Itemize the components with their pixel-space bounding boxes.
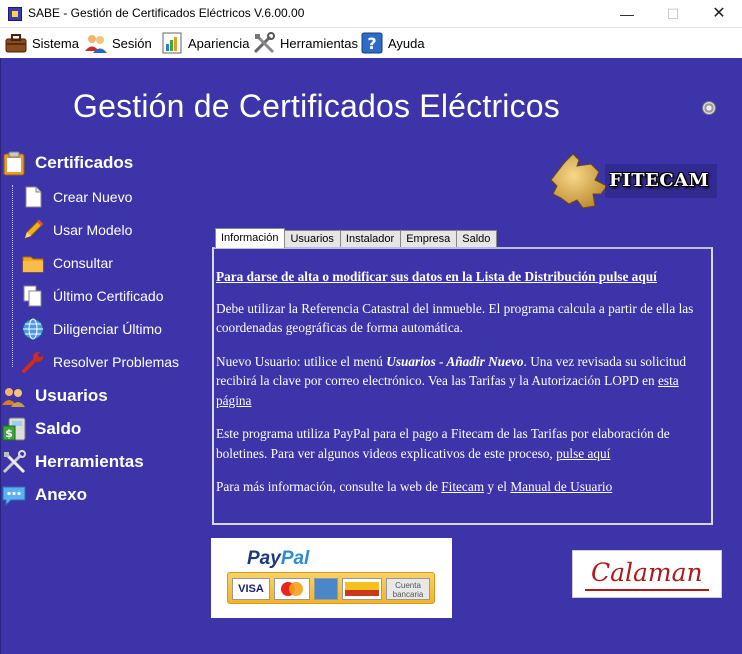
sidebar-group-certificados-label: Certificados xyxy=(35,153,134,172)
info-paragraph-mas-info: Para más información, consulte la web de… xyxy=(216,477,702,497)
sidebar-group-herramientas[interactable]: Herramientas xyxy=(1,449,144,475)
menu-apariencia[interactable]: Apariencia xyxy=(160,28,249,58)
wrench-icon xyxy=(21,350,45,374)
calaman-logo-text: Calaman xyxy=(591,558,703,587)
info-paragraph-nuevo-usuario: Nuevo Usuario: utilice el menú Usuarios … xyxy=(216,352,702,411)
menu-sesion[interactable]: Sesión xyxy=(84,28,152,58)
folder-icon xyxy=(21,251,45,275)
sidebar-item-crear-nuevo[interactable]: Crear Nuevo xyxy=(21,185,132,209)
svg-text:?: ? xyxy=(367,34,376,53)
paypal-wordmark: PayPal xyxy=(247,548,309,570)
users-icon xyxy=(1,383,27,409)
sidebar-group-saldo[interactable]: $ Saldo xyxy=(1,416,81,442)
menu-ayuda-label: Ayuda xyxy=(388,35,425,51)
sidebar-item-diligenciar-ultimo[interactable]: Diligenciar Último xyxy=(21,317,162,341)
tools-icon xyxy=(252,31,276,55)
chat-icon xyxy=(1,482,27,508)
paypal-badge[interactable]: PayPal VISA Cuenta bancaria xyxy=(211,538,452,618)
fitecam-web-link[interactable]: Fitecam xyxy=(441,479,484,494)
menu-sistema[interactable]: Sistema xyxy=(4,28,79,58)
window-title: SABE - Gestión de Certificados Eléctrico… xyxy=(28,6,305,20)
new-document-icon xyxy=(21,185,45,209)
sidebar-item-label: Resolver Problemas xyxy=(53,354,180,370)
payment-methods-band: VISA Cuenta bancaria xyxy=(227,572,435,604)
svg-text:$: $ xyxy=(5,427,13,440)
tab-saldo[interactable]: Saldo xyxy=(456,230,498,248)
menu-herramientas[interactable]: Herramientas xyxy=(252,28,358,58)
menu-bar: Sistema Sesión Apariencia Herramientas ?… xyxy=(0,28,742,58)
sidebar-group-anexo-label: Anexo xyxy=(35,485,87,504)
sidebar-group-usuarios-label: Usuarios xyxy=(35,386,108,405)
menu-herramientas-label: Herramientas xyxy=(280,35,359,51)
sidebar-item-consultar[interactable]: Consultar xyxy=(21,251,113,275)
main-area: Gestión de Certificados Eléctricos Certi… xyxy=(0,58,742,654)
visa-card-icon: VISA xyxy=(232,578,270,600)
settings-gear-icon[interactable] xyxy=(702,101,716,115)
info-paragraph-catastral: Debe utilizar la Referencia Catastral de… xyxy=(216,300,694,336)
text-fragment: Nuevo Usuario: utilice el menú xyxy=(216,353,387,369)
text-fragment: Para más información, consulte la web de xyxy=(216,479,442,494)
sidebar-group-usuarios[interactable]: Usuarios xyxy=(1,383,108,409)
info-paragraph-paypal: Este programa utiliza PayPal para el pag… xyxy=(216,424,702,463)
cuenta-label: Cuenta xyxy=(395,581,421,590)
tree-connector xyxy=(12,185,13,367)
menu-sesion-label: Sesión xyxy=(112,35,152,51)
calaman-logo[interactable]: Calaman xyxy=(572,550,722,598)
manual-usuario-link[interactable]: Manual de Usuario xyxy=(510,479,612,494)
paypal-word-pal: Pal xyxy=(280,548,310,569)
calaman-underline xyxy=(585,589,709,591)
minimize-button[interactable]: — xyxy=(604,0,650,28)
sidebar-item-resolver-problemas[interactable]: Resolver Problemas xyxy=(21,350,179,374)
aurora-card-icon xyxy=(342,578,382,600)
documents-icon xyxy=(21,284,45,308)
fitecam-logo: FITECAM xyxy=(543,150,719,216)
sidebar-item-ultimo-certificado[interactable]: Último Certificado xyxy=(21,284,163,308)
pencil-icon xyxy=(21,218,45,242)
info-content: Para darse de alta o modificar sus datos… xyxy=(216,267,702,511)
menu-path-text: Usuarios - Añadir Nuevo xyxy=(386,353,524,369)
page-title: Gestión de Certificados Eléctricos xyxy=(73,88,561,124)
sidebar-item-label: Consultar xyxy=(53,255,113,271)
globe-icon xyxy=(21,317,45,341)
menu-ayuda[interactable]: ? Ayuda xyxy=(360,28,425,58)
app-icon xyxy=(8,7,22,21)
briefcase-icon xyxy=(4,31,28,55)
help-icon: ? xyxy=(360,31,384,55)
sidebar-group-certificados[interactable]: Certificados xyxy=(1,150,133,176)
clipboard-icon xyxy=(1,150,27,176)
paypal-word-pay: Pay xyxy=(247,548,281,569)
amex-card-icon xyxy=(314,578,338,600)
sidebar-group-herramientas-label: Herramientas xyxy=(35,452,144,471)
tab-usuarios[interactable]: Usuarios xyxy=(284,230,341,248)
pulse-aqui-videos-link[interactable]: pulse aquí xyxy=(556,446,610,461)
sidebar-group-saldo-label: Saldo xyxy=(35,419,82,438)
sidebar-item-label: Usar Modelo xyxy=(53,222,133,238)
tools-icon xyxy=(1,449,27,475)
sidebar-item-label: Diligenciar Último xyxy=(53,321,162,337)
tab-instalador[interactable]: Instalador xyxy=(339,230,402,248)
sidebar-group-anexo[interactable]: Anexo xyxy=(1,482,87,508)
sidebar-item-usar-modelo[interactable]: Usar Modelo xyxy=(21,218,132,242)
info-panel: Para darse de alta o modificar sus datos… xyxy=(212,247,713,525)
menu-apariencia-label: Apariencia xyxy=(188,35,250,51)
maximize-button[interactable]: ☐ xyxy=(650,0,696,28)
lista-distribucion-link[interactable]: Para darse de alta o modificar sus datos… xyxy=(216,269,657,284)
menu-sistema-label: Sistema xyxy=(32,35,79,51)
bancaria-label: bancaria xyxy=(392,590,424,599)
cuenta-bancaria-icon: Cuenta bancaria xyxy=(386,578,430,600)
fitecam-logo-text: FITECAM xyxy=(609,170,710,191)
sidebar-item-label: Crear Nuevo xyxy=(53,189,133,205)
title-bar: SABE - Gestión de Certificados Eléctrico… xyxy=(0,0,742,28)
sidebar-item-label: Último Certificado xyxy=(53,288,164,304)
chart-icon xyxy=(160,31,184,55)
mastercard-icon xyxy=(274,578,310,600)
text-fragment: y el xyxy=(484,479,511,494)
tab-empresa[interactable]: Empresa xyxy=(400,230,458,248)
tab-informacion[interactable]: Información xyxy=(215,228,286,248)
users-icon xyxy=(84,31,108,55)
money-calculator-icon: $ xyxy=(1,416,27,442)
info-tabs: Información Usuarios Instalador Empresa … xyxy=(215,228,498,248)
close-button[interactable]: ✕ xyxy=(696,0,742,28)
